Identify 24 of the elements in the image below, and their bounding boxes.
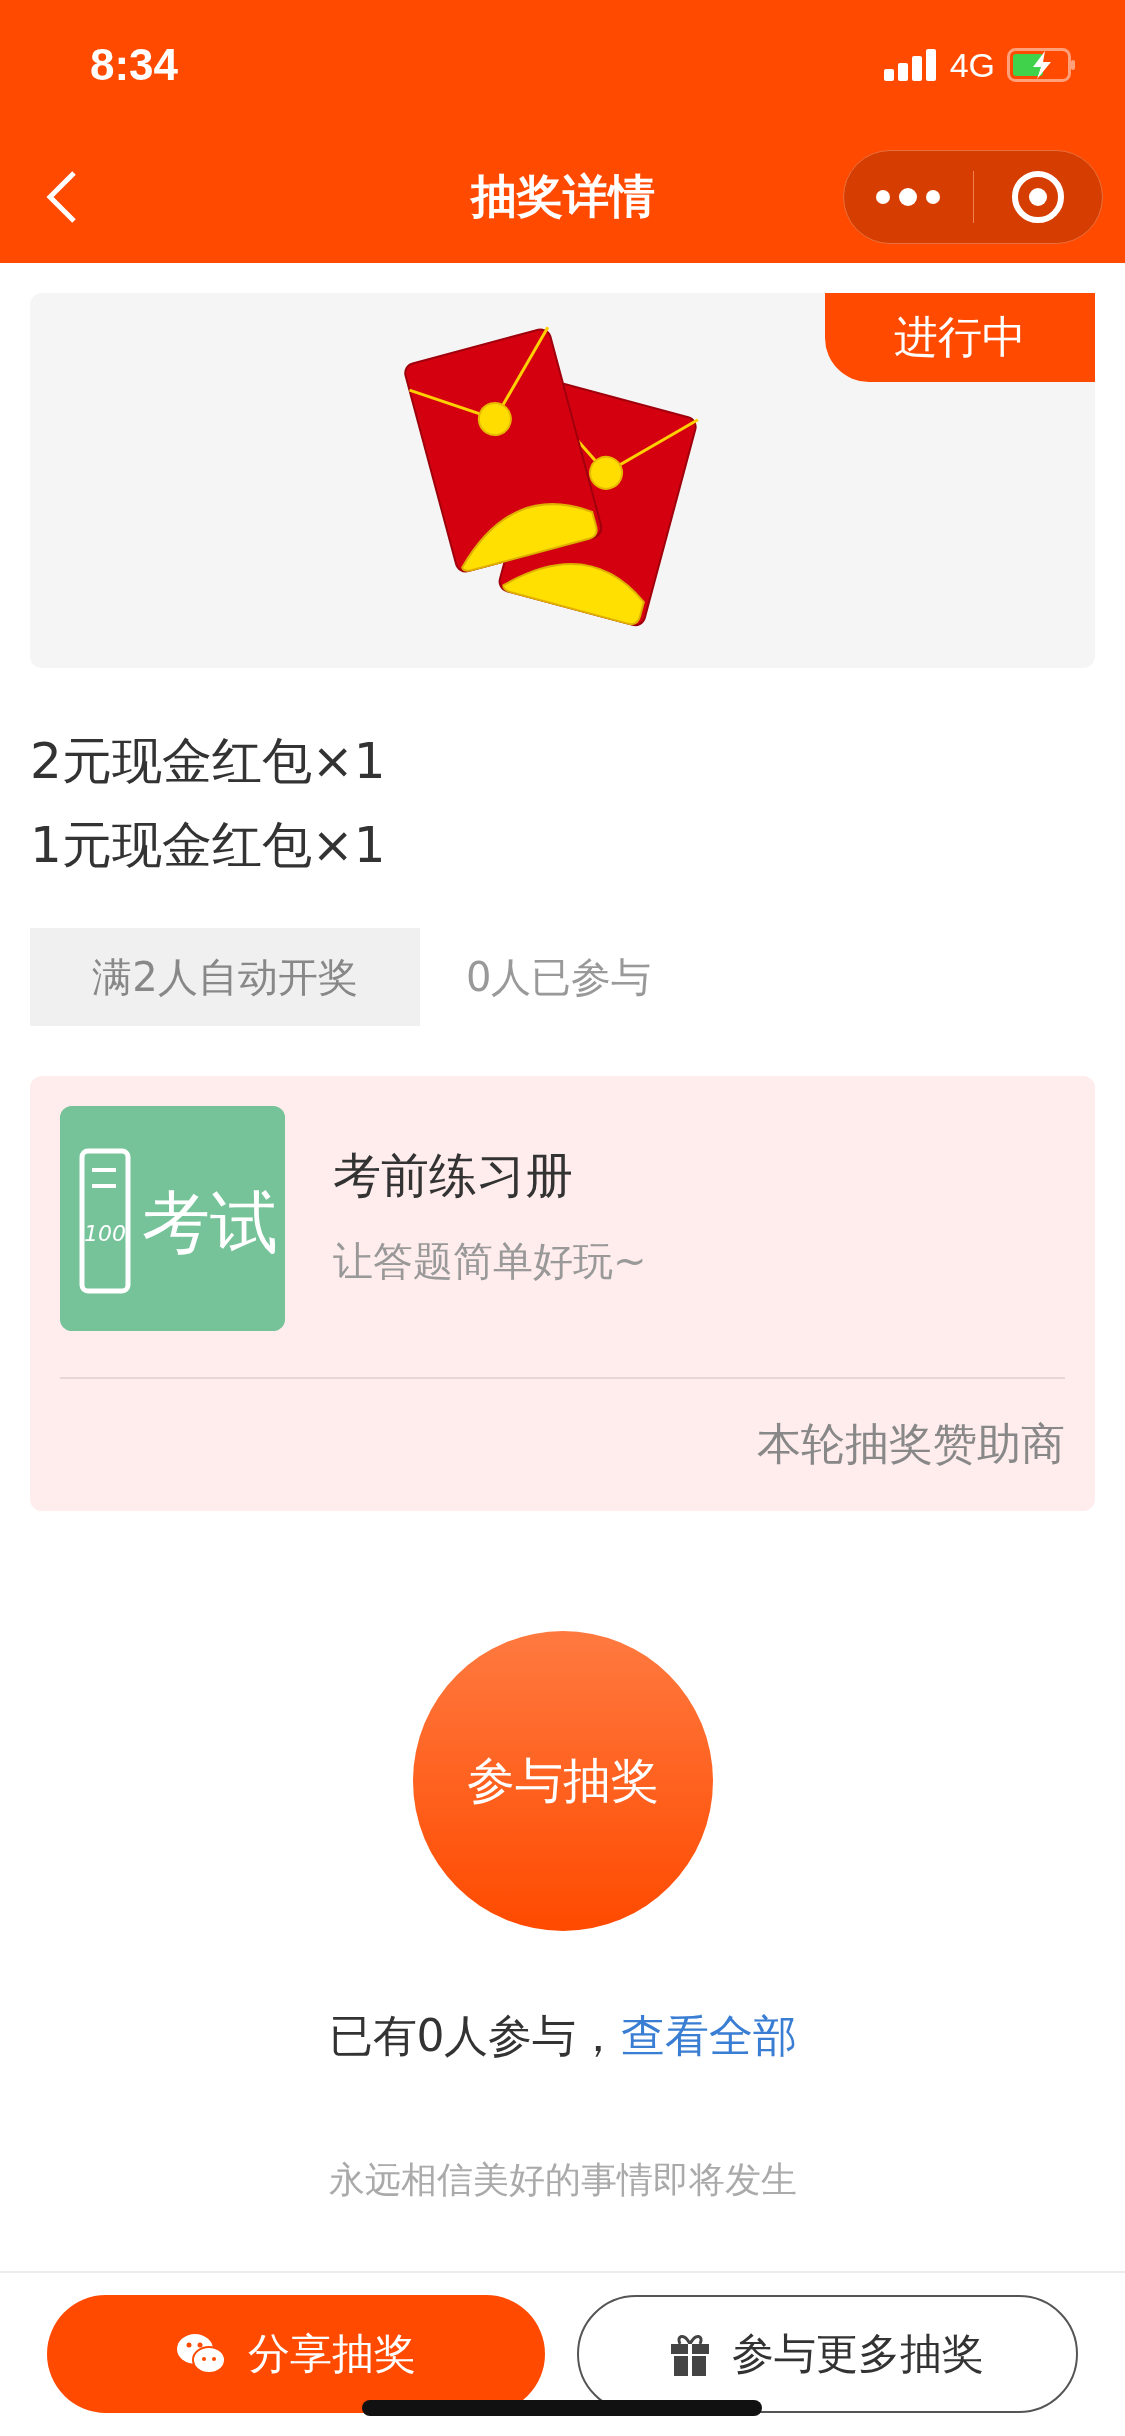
participants-text: 已有0人参与，查看全部 — [328, 2010, 797, 2061]
view-all-link[interactable]: 查看全部 — [620, 2010, 797, 2061]
battery-charging-icon — [1007, 48, 1077, 82]
prize-item: 2元现金红包×1 — [30, 731, 387, 792]
signal-icon — [883, 49, 938, 81]
sponsor-logo: 100 考试 — [60, 1106, 285, 1331]
join-draw-button[interactable]: 参与抽奖 — [412, 1631, 713, 1931]
more-icon[interactable] — [875, 186, 942, 207]
status-badge: 进行中 — [825, 293, 1095, 382]
status-time: 8:34 — [90, 40, 179, 90]
prize-item: 1元现金红包×1 — [30, 815, 387, 876]
sponsor-slogan: 让答题简单好玩~ — [333, 1237, 647, 1286]
sponsor-name: 考前练习册 — [333, 1146, 574, 1205]
more-draws-button[interactable]: 参与更多抽奖 — [576, 2295, 1078, 2413]
sponsor-card[interactable]: 100 考试 考前练习册 让答题简单好玩~ 本轮抽奖赞助商 — [30, 1076, 1095, 1511]
network-label: 4G — [949, 45, 995, 85]
close-target-icon[interactable] — [1010, 169, 1065, 224]
share-button[interactable]: 分享抽奖 — [47, 2295, 545, 2413]
gift-icon — [670, 2332, 711, 2376]
participant-count: 0人已参与 — [466, 952, 652, 1002]
draw-condition-tag: 满2人自动开奖 — [30, 928, 420, 1026]
sponsor-label: 本轮抽奖赞助商 — [757, 1418, 1065, 1469]
footer-slogan: 永远相信美好的事情即将发生 — [328, 2159, 797, 2200]
page-title: 抽奖详情 — [470, 168, 655, 223]
